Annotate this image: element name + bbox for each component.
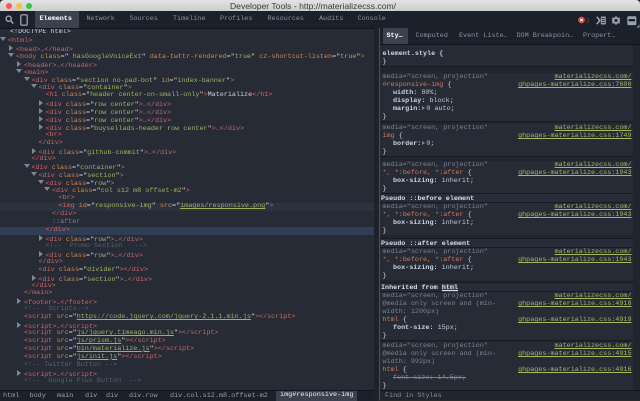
svg-text:3: 3 <box>585 18 589 25</box>
